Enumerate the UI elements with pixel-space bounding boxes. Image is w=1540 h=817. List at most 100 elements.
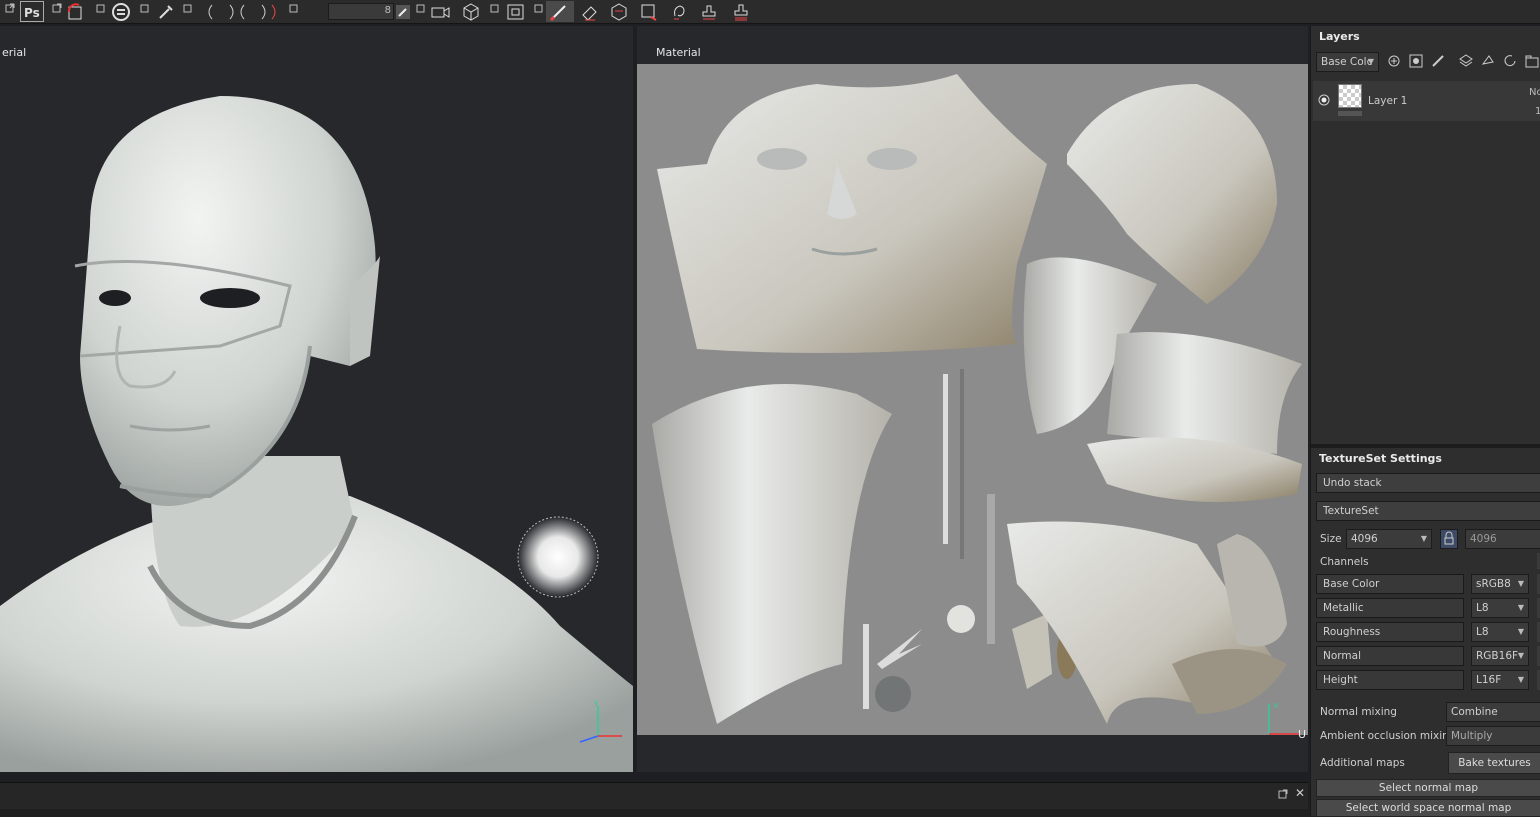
brush-size-value: 8 — [384, 5, 391, 16]
chevron-down-icon: ▼ — [1420, 534, 1427, 543]
channel-format-select[interactable]: L16F ▼ — [1471, 670, 1529, 690]
channel-name: Metallic — [1323, 602, 1364, 614]
channel-height[interactable]: Height — [1316, 670, 1464, 690]
chevron-down-icon: ▼ — [1517, 675, 1524, 684]
external-link-icon[interactable] — [52, 3, 62, 13]
size-select[interactable]: 4096 ▼ — [1346, 529, 1432, 549]
uv-icon[interactable] — [505, 1, 527, 22]
clone-stamp-icon[interactable] — [698, 1, 720, 22]
layers-channel-select[interactable]: Base Colc ▼ — [1316, 52, 1379, 72]
symmetry-icon[interactable] — [200, 1, 280, 22]
layer-mask-bar — [1338, 111, 1362, 116]
channel-format-value: RGB16F — [1476, 650, 1519, 662]
channel-format-select[interactable]: RGB16F ▼ — [1471, 646, 1529, 666]
chevron-down-icon: ▼ — [1517, 603, 1524, 612]
select-world-space-normal-map-button[interactable]: Select world space normal map — [1316, 799, 1540, 817]
channel-format-select[interactable]: L8 ▼ — [1471, 598, 1529, 618]
uv-axis-u-icon: U — [1298, 728, 1307, 741]
uv-islands — [652, 74, 1302, 735]
visibility-eye-icon[interactable] — [1318, 94, 1330, 109]
cube-icon[interactable] — [460, 1, 482, 22]
photoshop-icon[interactable]: Ps — [20, 1, 44, 22]
chevron-down-icon: ▼ — [1517, 579, 1524, 588]
size-select-value: 4096 — [1351, 533, 1378, 545]
layer-thumbnail — [1338, 84, 1362, 108]
undo-stack-label: Undo stack — [1323, 477, 1382, 489]
chevron-down-icon: ▼ — [1517, 651, 1524, 660]
ao-mixing-select[interactable]: Multiply — [1446, 726, 1540, 746]
channel-name: Roughness — [1323, 626, 1381, 638]
projection-icon[interactable] — [608, 1, 630, 22]
size-select-secondary-value: 4096 — [1470, 533, 1497, 545]
layer-blend-mode[interactable]: No — [1529, 87, 1540, 98]
substance-logo-icon[interactable] — [110, 1, 132, 22]
close-icon[interactable]: ✕ — [1295, 786, 1305, 800]
export-icon[interactable] — [64, 1, 86, 22]
undock-icon[interactable] — [1278, 789, 1288, 802]
external-link-icon[interactable] — [5, 3, 15, 13]
channel-base-color[interactable]: Base Color — [1316, 574, 1464, 594]
channel-format-value: L8 — [1476, 626, 1489, 638]
undo-stack-section[interactable]: Undo stack — [1316, 473, 1540, 493]
channel-name: Base Color — [1323, 578, 1380, 590]
eraser-icon[interactable] — [578, 1, 600, 22]
polygon-fill-icon[interactable] — [638, 1, 660, 22]
layer-row[interactable]: Layer 1 No 1 — [1313, 81, 1540, 121]
normal-mixing-value: Combine — [1451, 706, 1498, 718]
bake-stamp-icon[interactable] — [730, 1, 752, 22]
right-panel: Layers Base Colc ▼ Layer 1 No 1 TextureSe… — [1310, 26, 1540, 817]
layers-channel-select-value: Base Colc — [1321, 56, 1373, 68]
lock-icon[interactable] — [1440, 529, 1458, 549]
external-link-icon[interactable] — [289, 3, 299, 13]
log-dock: ✕ — [0, 782, 1308, 817]
size-select-secondary[interactable]: 4096 — [1465, 529, 1540, 549]
brush-tool-icon[interactable] — [1429, 52, 1447, 70]
textureset-settings-title: TextureSet Settings — [1319, 452, 1442, 465]
external-link-icon[interactable] — [416, 3, 426, 13]
channel-metallic[interactable]: Metallic — [1316, 598, 1464, 618]
channel-name: Height — [1323, 674, 1358, 686]
viewport-2d-label: Material — [656, 46, 701, 59]
3d-viewport[interactable]: erial y — [0, 26, 633, 772]
size-label: Size — [1320, 533, 1342, 545]
layer-opacity[interactable]: 1 — [1535, 106, 1540, 117]
add-layer-icon[interactable] — [1479, 52, 1497, 70]
channel-normal[interactable]: Normal — [1316, 646, 1464, 666]
svg-text:Ps: Ps — [24, 6, 40, 20]
layer-name: Layer 1 — [1368, 95, 1408, 107]
refresh-icon[interactable] — [1501, 52, 1519, 70]
normal-mixing-label: Normal mixing — [1320, 706, 1397, 718]
uv-layout[interactable]: v U — [637, 64, 1308, 741]
ao-mixing-value: Multiply — [1451, 730, 1493, 742]
channel-format-select[interactable]: L8 ▼ — [1471, 622, 1529, 642]
external-link-icon[interactable] — [140, 3, 150, 13]
channel-format-select[interactable]: sRGB8 ▼ — [1471, 574, 1529, 594]
add-folder-icon[interactable] — [1523, 52, 1540, 70]
channel-roughness[interactable]: Roughness — [1316, 622, 1464, 642]
panel-divider[interactable] — [1311, 444, 1540, 448]
paint-brush-icon[interactable] — [546, 1, 574, 22]
normal-mixing-select[interactable]: Combine — [1446, 702, 1540, 722]
head-model — [0, 96, 633, 772]
brush-size-field[interactable]: 8 — [328, 3, 394, 20]
channel-format-value: L16F — [1476, 674, 1502, 686]
textureset-label: TextureSet — [1323, 505, 1379, 517]
channels-label: Channels — [1320, 556, 1369, 568]
external-link-icon[interactable] — [534, 3, 544, 13]
smudge-icon[interactable] — [668, 1, 690, 22]
external-link-icon[interactable] — [490, 3, 500, 13]
bake-textures-button[interactable]: Bake textures — [1448, 752, 1540, 774]
pencil-icon[interactable] — [395, 1, 411, 22]
layers-panel-title: Layers — [1319, 30, 1360, 43]
add-fill-layer-icon[interactable] — [1457, 52, 1475, 70]
camera-icon[interactable] — [430, 1, 452, 22]
external-link-icon[interactable] — [96, 3, 106, 13]
textureset-section[interactable]: TextureSet — [1316, 501, 1540, 521]
select-normal-map-button[interactable]: Select normal map — [1316, 779, 1540, 797]
eyedropper-icon[interactable] — [155, 1, 177, 22]
main-toolbar: Ps 8 — [0, 0, 1540, 24]
add-effect-icon[interactable] — [1385, 52, 1403, 70]
add-mask-icon[interactable] — [1407, 52, 1425, 70]
external-link-icon[interactable] — [183, 3, 193, 13]
chevron-down-icon: ▼ — [1517, 627, 1524, 636]
